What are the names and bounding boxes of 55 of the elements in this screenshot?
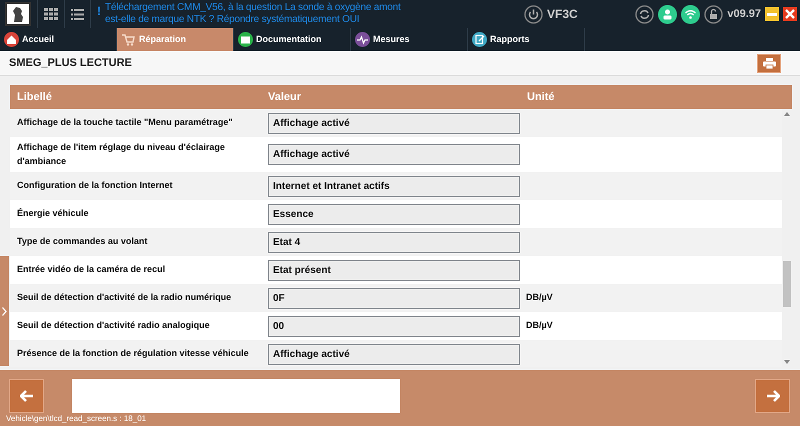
scroll-up-icon[interactable] — [784, 112, 790, 116]
scrollbar-thumb[interactable] — [783, 261, 791, 307]
scroll-down-icon[interactable] — [784, 360, 790, 364]
cart-icon — [121, 32, 136, 47]
report-icon — [472, 32, 487, 47]
close-icon[interactable] — [783, 7, 797, 21]
print-button[interactable] — [757, 54, 781, 72]
wifi-icon[interactable] — [681, 4, 700, 24]
column-header: Unité — [527, 90, 554, 103]
value-field: Affichage activé — [268, 112, 520, 134]
value-field: Etat présent — [268, 260, 520, 280]
row-label: Configuration de la fonction Internet — [17, 180, 172, 190]
scrollbar[interactable] — [782, 109, 792, 367]
row-label: Seuil de détection d'activité radio analogique — [17, 320, 210, 330]
left-arrow-icon — [20, 390, 34, 402]
wave-icon — [355, 32, 370, 47]
notification-message: Téléchargement CMM_V56, à la question La sonde à oxygène amont est-elle de marque NTK ? Répondre systématiquement OUI — [105, 2, 402, 26]
version-label: v09.97 — [727, 6, 761, 22]
row-label: Entrée vidéo de la caméra de recul — [17, 264, 166, 274]
power-icon[interactable] — [524, 4, 543, 24]
row-label: Affichage de l'item réglage du niveau d'éclairage d'ambiance — [17, 142, 225, 166]
alert-mark: ! — [97, 3, 101, 20]
row-label: Présence de la fonction de régulation vitesse véhicule — [17, 348, 249, 358]
unit-label: DB/µV — [526, 320, 553, 330]
chevron-icon — [2, 306, 7, 316]
right-arrow-icon — [766, 390, 780, 402]
side-panel-handle[interactable] — [0, 256, 9, 366]
row-label: Type de commandes au volant — [17, 236, 148, 246]
value-field: Internet et Intranet actifs — [268, 176, 520, 196]
row-label: Seuil de détection d'activité de la radio numérique — [17, 292, 232, 302]
value-field: Essence — [268, 204, 520, 224]
column-header: Libellé — [17, 90, 52, 103]
home-icon — [4, 32, 19, 47]
user-icon[interactable] — [658, 4, 678, 24]
vehicle-code: VF3C — [547, 6, 578, 23]
value-field: 0F — [268, 288, 520, 308]
lock-icon[interactable] — [704, 4, 724, 24]
row-label: Affichage de la touche tactile "Menu paramétrage" — [17, 117, 233, 128]
folder-icon — [238, 32, 253, 47]
next-button[interactable] — [755, 379, 790, 413]
value-field: 00 — [268, 316, 520, 336]
row-label: Énergie véhicule — [17, 208, 89, 218]
back-button[interactable] — [9, 379, 44, 413]
printer-icon — [762, 58, 776, 68]
value-field: Affichage activé — [268, 144, 520, 165]
column-header: Valeur — [268, 90, 302, 103]
grid-icon[interactable] — [44, 8, 58, 20]
page-title: SMEG_PLUS LECTURE — [9, 56, 132, 71]
refresh-icon[interactable] — [635, 4, 654, 24]
input-field[interactable] — [72, 379, 400, 413]
value-field: Etat 4 — [268, 232, 520, 252]
list-icon[interactable] — [71, 8, 84, 20]
unit-label: DB/µV — [526, 292, 553, 302]
status-text: Vehicle\gen\tlcd_read_screen.s : 18_01 — [6, 413, 146, 425]
value-field: Affichage activé — [268, 344, 520, 364]
